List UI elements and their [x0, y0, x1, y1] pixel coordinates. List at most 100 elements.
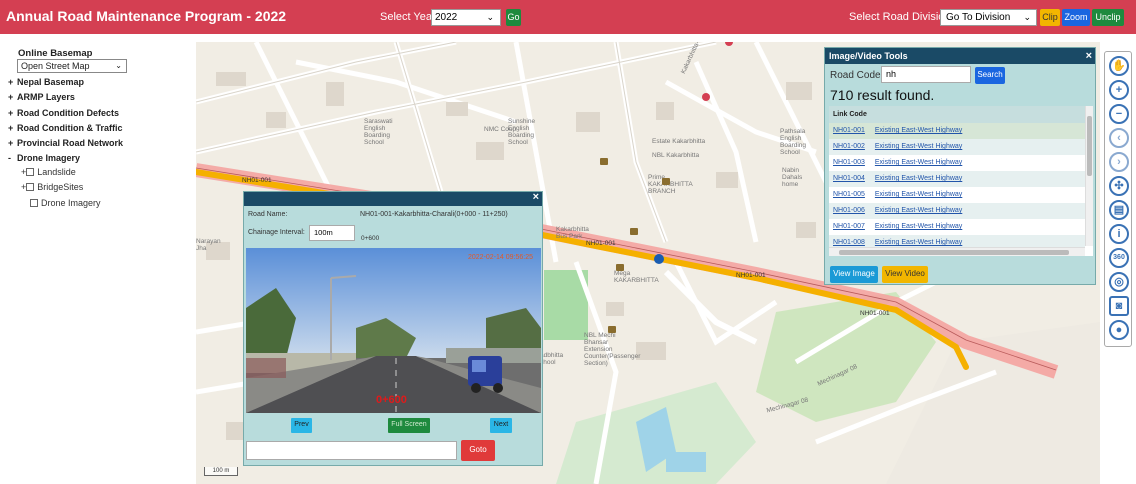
link-code[interactable]: NH01-003: [833, 155, 871, 171]
forward-arrow-icon[interactable]: ›: [1109, 152, 1129, 172]
view-video-button[interactable]: View Video: [882, 266, 928, 283]
drone-item-landslide[interactable]: + Landslide: [21, 167, 76, 177]
road-name-link[interactable]: Existing East-West Highway: [875, 127, 962, 134]
road-code-label: Road Code:: [830, 70, 884, 81]
next-button[interactable]: Next: [490, 418, 512, 433]
chainage-interval-input[interactable]: 100m: [309, 225, 355, 241]
unclip-button[interactable]: Unclip: [1092, 9, 1124, 26]
map-label: NH01-001: [860, 310, 890, 317]
link-code[interactable]: NH01-005: [833, 187, 871, 203]
road-name-link[interactable]: Existing East-West Highway: [875, 207, 962, 214]
close-icon[interactable]: ×: [533, 191, 539, 203]
road-name-value: NH01-001-Kakarbhitta-Charali(0+000 - 11+…: [360, 211, 508, 218]
back-arrow-icon[interactable]: ‹: [1109, 128, 1129, 148]
road-name-link[interactable]: Existing East-West Highway: [875, 175, 962, 182]
year-label: Select Year:: [380, 11, 439, 23]
bridgesites-checkbox[interactable]: [26, 183, 35, 191]
zoom-in-icon[interactable]: +: [1109, 80, 1129, 100]
division-label: Select Road Division:: [849, 11, 954, 23]
expand-icon[interactable]: +: [8, 77, 17, 87]
link-code[interactable]: NH01-007: [833, 219, 871, 235]
video-timestamp: 2022-02-14 09:56:25: [468, 254, 533, 261]
map-label: Narayan Jha: [196, 238, 221, 252]
layer-drone-imagery[interactable]: - Drone Imagery: [8, 153, 80, 163]
layer-road-condition-traffic[interactable]: + Road Condition & Traffic: [8, 123, 123, 133]
landslide-checkbox[interactable]: [26, 168, 35, 176]
chevron-down-icon: ⌄: [486, 12, 494, 22]
chainage-interval-label: Chainage Interval:: [248, 229, 305, 236]
table-row[interactable]: NH01-007 Existing East-West Highway: [829, 219, 1085, 235]
close-icon[interactable]: ×: [1086, 48, 1092, 64]
panel-title: Image/Video Tools: [829, 51, 908, 61]
scroll-thumb[interactable]: [1087, 116, 1092, 176]
layer-road-condition-defects[interactable]: + Road Condition Defects: [8, 108, 119, 118]
pan-hand-icon[interactable]: ✋: [1109, 56, 1129, 76]
road-name-link[interactable]: Existing East-West Highway: [875, 191, 962, 198]
table-row[interactable]: NH01-001 Existing East-West Highway: [829, 123, 1085, 139]
drone-item-bridgesites[interactable]: + BridgeSites: [21, 182, 83, 192]
basemap-select[interactable]: Open Street Map ⌄: [17, 59, 127, 73]
panel-header: Image/Video Tools ×: [825, 48, 1095, 64]
layer-provincial-road-network[interactable]: + Provincial Road Network: [8, 138, 123, 148]
globe-icon[interactable]: ◎: [1109, 272, 1129, 292]
map-label: Kakarbhitta Bus Park: [556, 226, 589, 240]
clip-button[interactable]: Clip: [1040, 9, 1060, 26]
link-code[interactable]: NH01-006: [833, 203, 871, 219]
year-select-value: 2022: [435, 12, 458, 23]
image-video-tools-panel: Image/Video Tools × Road Code: nh Search…: [824, 47, 1096, 285]
division-select[interactable]: Go To Division ⌄: [940, 9, 1037, 26]
scroll-thumb[interactable]: [839, 250, 1069, 255]
link-code[interactable]: NH01-004: [833, 171, 871, 187]
zoom-out-icon[interactable]: −: [1109, 104, 1129, 124]
view-image-button[interactable]: View Image: [830, 266, 878, 283]
collapse-icon[interactable]: -: [8, 153, 17, 163]
full-screen-button[interactable]: Full Screen: [388, 418, 430, 433]
full-extent-icon[interactable]: ✣: [1109, 176, 1129, 196]
drone-item-label: Landslide: [37, 167, 76, 177]
expand-icon[interactable]: +: [8, 138, 17, 148]
expand-icon[interactable]: +: [8, 108, 17, 118]
bank-icon: [616, 264, 624, 271]
horizontal-scrollbar[interactable]: [829, 247, 1085, 256]
goto-chainage-input[interactable]: [246, 441, 457, 460]
highway-shield-icon: [654, 254, 664, 264]
info-icon[interactable]: i: [1109, 224, 1129, 244]
road-name-link[interactable]: Existing East-West Highway: [875, 159, 962, 166]
table-row[interactable]: NH01-002 Existing East-West Highway: [829, 139, 1085, 155]
prev-button[interactable]: Prev: [291, 418, 312, 433]
road-name-link[interactable]: Existing East-West Highway: [875, 239, 962, 246]
go-button[interactable]: Go: [506, 9, 521, 26]
camera-icon[interactable]: ◙: [1109, 296, 1129, 316]
vertical-scrollbar[interactable]: [1085, 106, 1093, 246]
map-label: Sunshine English Boarding School: [508, 118, 536, 146]
road-name-link[interactable]: Existing East-West Highway: [875, 223, 962, 230]
goto-button[interactable]: Goto: [461, 440, 495, 461]
search-button[interactable]: Search: [975, 67, 1005, 84]
layer-nepal-basemap[interactable]: + Nepal Basemap: [8, 77, 84, 87]
link-code[interactable]: NH01-001: [833, 123, 871, 139]
app-title: Annual Road Maintenance Program - 2022: [6, 8, 287, 24]
layer-armp-layers[interactable]: + ARMP Layers: [8, 92, 75, 102]
top-header-bar: Annual Road Maintenance Program - 2022 S…: [0, 0, 1136, 34]
table-row[interactable]: NH01-004 Existing East-West Highway: [829, 171, 1085, 187]
map-label: Mega KAKARBHITTA: [614, 270, 659, 284]
link-code[interactable]: NH01-002: [833, 139, 871, 155]
drone-item-drone-imagery[interactable]: Drone Imagery: [30, 198, 101, 208]
table-row[interactable]: NH01-003 Existing East-West Highway: [829, 155, 1085, 171]
table-row[interactable]: NH01-005 Existing East-West Highway: [829, 187, 1085, 203]
zoom-button[interactable]: Zoom: [1062, 9, 1090, 26]
road-name-link[interactable]: Existing East-West Highway: [875, 143, 962, 150]
360-view-icon[interactable]: 360: [1109, 248, 1129, 268]
location-icon[interactable]: ●: [1109, 320, 1129, 340]
expand-icon[interactable]: +: [8, 92, 17, 102]
road-video-frame[interactable]: 2022-02-14 09:56:25 0+600: [246, 248, 541, 413]
road-code-input[interactable]: nh: [881, 66, 971, 83]
result-count: 710 result found.: [830, 87, 935, 103]
drone-imagery-checkbox[interactable]: [30, 199, 38, 207]
layer-label: Nepal Basemap: [17, 77, 85, 87]
print-icon[interactable]: ▤: [1109, 200, 1129, 220]
table-row[interactable]: NH01-006 Existing East-West Highway: [829, 203, 1085, 219]
map-label: NBL Mechi Bhansar Extension Counter(Pass…: [584, 332, 641, 367]
expand-icon[interactable]: +: [8, 123, 17, 133]
year-select[interactable]: 2022 ⌄: [431, 9, 501, 26]
